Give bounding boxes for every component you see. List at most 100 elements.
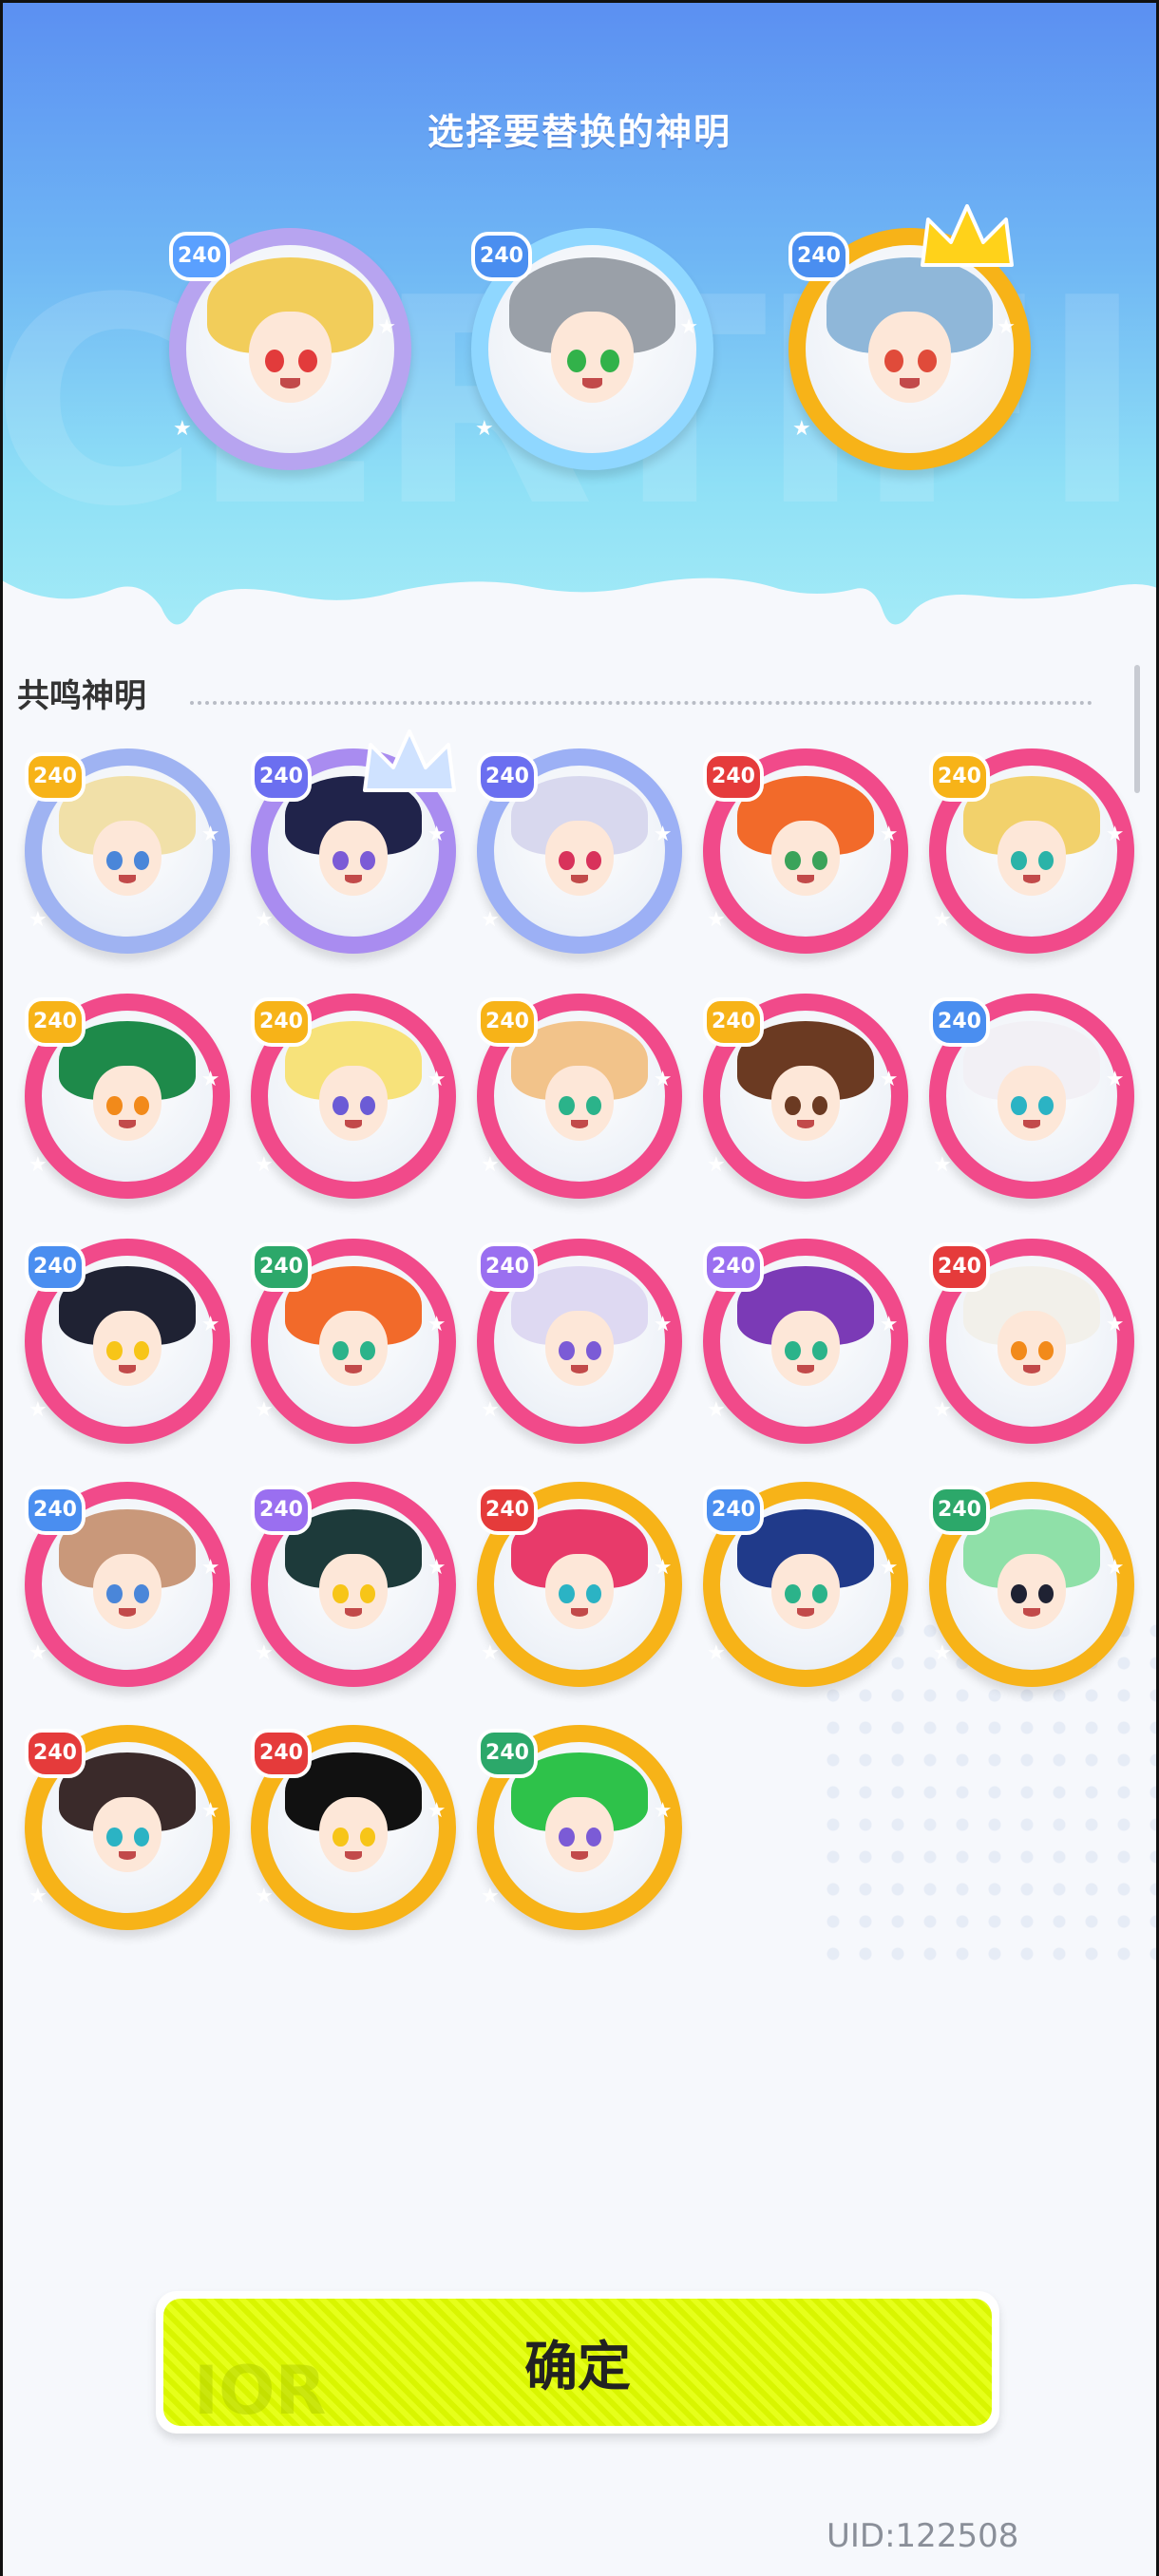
portrait-face: [771, 1553, 840, 1629]
god-card[interactable]: ★ ★ 240: [251, 1239, 456, 1444]
god-card[interactable]: ★ ★ 240: [703, 994, 908, 1199]
star-icon: ★: [200, 1067, 220, 1091]
portrait-eye: [559, 851, 575, 870]
god-card[interactable]: ★ ★ 240: [477, 994, 682, 1199]
god-card[interactable]: ★ ★ 240: [251, 1482, 456, 1687]
level-badge: 240: [25, 1486, 86, 1535]
level-badge: 240: [251, 1486, 312, 1535]
level-badge: 240: [251, 752, 312, 802]
confirm-button[interactable]: IOR 确定: [156, 2291, 999, 2434]
portrait-face: [93, 820, 162, 896]
star-icon: ★: [933, 1398, 952, 1423]
god-card[interactable]: ★ ★ 240: [477, 748, 682, 954]
god-card[interactable]: ★ ★ 240: [929, 1482, 1134, 1687]
level-badge: 240: [477, 997, 538, 1047]
star-icon: ★: [28, 1153, 48, 1178]
portrait-face: [93, 1065, 162, 1141]
star-icon: ★: [427, 1555, 446, 1580]
god-card[interactable]: ★ ★ 240: [251, 1725, 456, 1930]
star-icon: ★: [481, 908, 500, 933]
star-icon: ★: [475, 416, 494, 441]
god-card[interactable]: ★ ★ 240: [703, 1239, 908, 1444]
portrait-face: [545, 820, 614, 896]
portrait-eye: [1011, 851, 1027, 870]
portrait-eye: [559, 1828, 575, 1847]
portrait-face: [998, 1553, 1066, 1629]
level-badge: 240: [477, 1486, 538, 1535]
star-icon: ★: [707, 1153, 726, 1178]
god-card[interactable]: ★ ★ 240: [477, 1725, 682, 1930]
portrait-face: [545, 1796, 614, 1872]
level-badge: 240: [169, 232, 230, 281]
level-badge: 240: [703, 1242, 764, 1292]
scrollbar[interactable]: [1134, 665, 1140, 793]
level-badge: 240: [477, 1242, 538, 1292]
god-card[interactable]: ★ ★ 240: [25, 1239, 230, 1444]
portrait-eye: [332, 851, 349, 870]
selected-god-slot[interactable]: ★ ★ 240: [471, 228, 713, 470]
portrait-eye: [559, 1096, 575, 1115]
star-icon: ★: [879, 1555, 899, 1580]
level-badge: 240: [703, 1486, 764, 1535]
selected-god-slot[interactable]: ★ ★ 240: [788, 204, 1031, 470]
portrait-eye: [265, 349, 284, 372]
star-icon: ★: [28, 1641, 48, 1666]
level-badge: 240: [477, 1729, 538, 1778]
level-badge: 240: [929, 997, 990, 1047]
portrait-face: [998, 1310, 1066, 1386]
star-icon: ★: [707, 1641, 726, 1666]
star-icon: ★: [653, 822, 673, 846]
level-badge: 240: [703, 997, 764, 1047]
portrait-eye: [559, 1341, 575, 1360]
level-badge: 240: [251, 997, 312, 1047]
star-icon: ★: [28, 1885, 48, 1909]
portrait-face: [771, 1310, 840, 1386]
portrait-eye: [332, 1584, 349, 1603]
portrait-face: [867, 312, 952, 404]
level-badge: 240: [251, 1729, 312, 1778]
portrait-eye: [1011, 1341, 1027, 1360]
selected-god-slot[interactable]: ★ ★ 240: [169, 228, 411, 470]
portrait-face: [771, 1065, 840, 1141]
star-icon: ★: [377, 314, 397, 339]
god-card[interactable]: ★ ★ 240: [251, 729, 457, 954]
god-card[interactable]: ★ ★ 240: [929, 994, 1134, 1199]
level-badge: 240: [251, 1242, 312, 1292]
star-icon: ★: [28, 1398, 48, 1423]
portrait-face: [93, 1553, 162, 1629]
god-card[interactable]: ★ ★ 240: [477, 1482, 682, 1687]
portrait-face: [771, 820, 840, 896]
portrait-face: [319, 1796, 388, 1872]
portrait-eye: [106, 1828, 123, 1847]
portrait-face: [93, 1310, 162, 1386]
god-card[interactable]: ★ ★ 240: [25, 748, 230, 954]
star-icon: ★: [200, 1312, 220, 1336]
level-badge: 240: [25, 997, 86, 1047]
god-card[interactable]: ★ ★ 240: [929, 1239, 1134, 1444]
portrait-face: [319, 1310, 388, 1386]
portrait-eye: [1011, 1584, 1027, 1603]
star-icon: ★: [255, 1885, 274, 1909]
star-icon: ★: [707, 908, 726, 933]
level-badge: 240: [929, 752, 990, 802]
crown-icon: [363, 729, 457, 793]
god-card[interactable]: ★ ★ 240: [703, 1482, 908, 1687]
god-card[interactable]: ★ ★ 240: [25, 1482, 230, 1687]
portrait-eye: [106, 1584, 123, 1603]
portrait-eye: [106, 1096, 123, 1115]
god-card[interactable]: ★ ★ 240: [477, 1239, 682, 1444]
god-card[interactable]: ★ ★ 240: [25, 994, 230, 1199]
star-icon: ★: [707, 1398, 726, 1423]
star-icon: ★: [427, 1798, 446, 1823]
god-card[interactable]: ★ ★ 240: [25, 1725, 230, 1930]
star-icon: ★: [481, 1398, 500, 1423]
portrait-face: [545, 1310, 614, 1386]
portrait-eye: [106, 1341, 123, 1360]
god-card[interactable]: ★ ★ 240: [703, 748, 908, 954]
level-badge: 240: [703, 752, 764, 802]
star-icon: ★: [933, 908, 952, 933]
god-card[interactable]: ★ ★ 240: [251, 994, 456, 1199]
god-card[interactable]: ★ ★ 240: [929, 748, 1134, 954]
portrait-eye: [298, 349, 317, 372]
portrait-face: [545, 1553, 614, 1629]
